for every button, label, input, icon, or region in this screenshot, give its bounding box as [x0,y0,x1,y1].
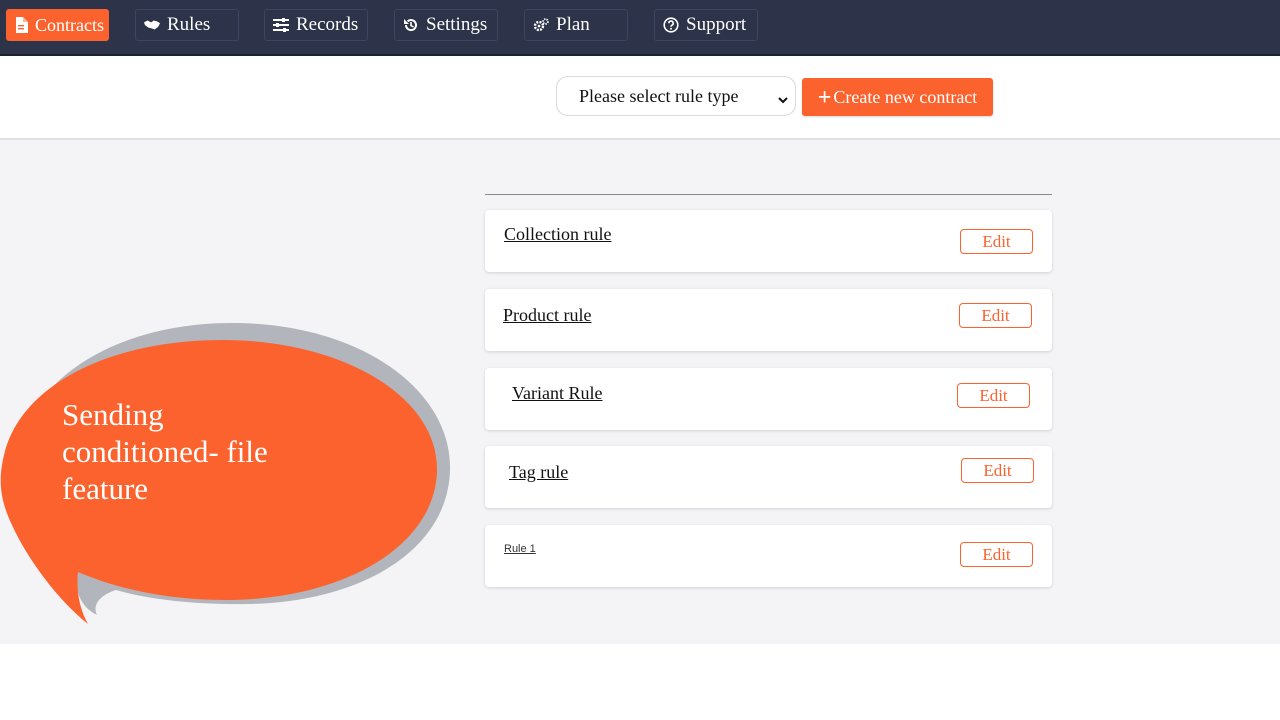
rule-name-link[interactable]: Variant Rule [512,383,602,404]
callout-line: conditioned- file [62,434,268,469]
rule-card: Product rule Edit [485,289,1052,351]
edit-button[interactable]: Edit [959,303,1032,328]
top-navigation: Contracts Rules Records Settings Plan Su… [0,0,1280,56]
rule-name-link[interactable]: Tag rule [509,462,568,483]
nav-settings-button[interactable]: Settings [394,9,498,41]
question-circle-icon [663,17,679,33]
rule-card: Variant Rule Edit [485,368,1052,430]
edit-button[interactable]: Edit [960,229,1033,254]
edit-button[interactable]: Edit [961,458,1034,483]
divider [485,194,1052,195]
chevron-down-icon [777,90,789,111]
toolbar: Please select rule type + Create new con… [0,56,1280,140]
rule-card: Collection rule Edit [485,210,1052,272]
nav-plan-button[interactable]: Plan [524,9,628,41]
callout-line: feature [62,471,149,506]
create-new-contract-button[interactable]: + Create new contract [802,78,993,116]
plus-icon: + [817,84,832,111]
history-icon [403,17,419,33]
nav-records-label: Records [296,14,359,35]
nav-rules-button[interactable]: Rules [135,9,239,41]
callout-line: Sending [62,397,164,432]
create-new-contract-label: Create new contract [833,86,978,107]
file-icon [15,17,28,33]
nav-contracts-label: Contracts [35,14,104,35]
rule-name-link[interactable]: Product rule [503,305,591,326]
nav-support-label: Support [686,14,747,35]
edit-button[interactable]: Edit [960,542,1033,567]
edit-button[interactable]: Edit [957,383,1030,408]
callout-text: Sending conditioned- file feature [62,396,362,507]
rule-type-select-value: Please select rule type [579,85,739,106]
nav-settings-label: Settings [426,14,488,35]
nav-support-button[interactable]: Support [654,9,758,41]
nav-contracts-button[interactable]: Contracts [6,9,109,41]
handshake-icon [144,17,160,33]
rule-card: Tag rule Edit [485,446,1052,508]
rule-name-link[interactable]: Rule 1 [504,543,536,555]
gears-icon [533,17,549,33]
rule-card: Rule 1 Edit [485,525,1052,587]
rule-name-link[interactable]: Collection rule [504,224,611,245]
rule-type-select[interactable]: Please select rule type [556,76,796,116]
nav-rules-label: Rules [167,14,211,35]
nav-plan-label: Plan [556,14,590,35]
nav-records-button[interactable]: Records [264,9,368,41]
sliders-icon [273,17,289,33]
